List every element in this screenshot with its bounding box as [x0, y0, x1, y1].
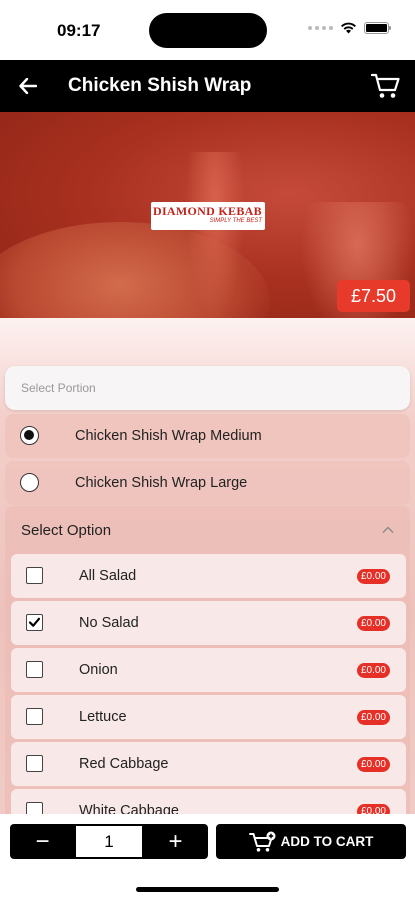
- status-bar: 09:17: [0, 0, 415, 60]
- cart-icon: [370, 73, 400, 98]
- bottom-bar: − 1 + ADD TO CART: [0, 814, 415, 900]
- option-label: No Salad: [79, 615, 139, 631]
- checkmark-icon: [28, 617, 41, 627]
- quantity-stepper: − 1 +: [10, 824, 208, 859]
- portion-option-label: Chicken Shish Wrap Large: [75, 475, 248, 491]
- option-price-badge: £0.00: [356, 757, 390, 772]
- option-row[interactable]: Onion £0.00: [11, 648, 406, 692]
- checkbox[interactable]: [26, 661, 43, 678]
- option-label: Red Cabbage: [79, 756, 169, 772]
- portion-option[interactable]: Chicken Shish Wrap Large: [5, 461, 410, 505]
- option-label: White Cabbage: [79, 803, 179, 814]
- back-button[interactable]: [16, 74, 40, 98]
- option-row[interactable]: All Salad £0.00: [11, 554, 406, 598]
- signal-icon: [308, 26, 333, 30]
- battery-icon: [364, 22, 391, 34]
- logo-name: DIAMOND KEBAB: [153, 204, 262, 218]
- restaurant-logo: DIAMOND KEBAB SIMPLY THE BEST: [151, 202, 265, 230]
- dynamic-island: [149, 13, 267, 48]
- status-time: 09:17: [57, 21, 101, 40]
- home-indicator: [136, 887, 279, 892]
- wifi-icon: [341, 22, 356, 34]
- option-row[interactable]: White Cabbage £0.00: [11, 789, 406, 814]
- price-badge: £7.50: [336, 280, 410, 312]
- option-price-badge: £0.00: [356, 804, 390, 814]
- option-price-badge: £0.00: [356, 616, 390, 631]
- radio-button-selected[interactable]: [20, 426, 39, 445]
- option-row[interactable]: Lettuce £0.00: [11, 695, 406, 739]
- option-price-badge: £0.00: [356, 710, 390, 725]
- page-title: Chicken Shish Wrap: [68, 75, 252, 96]
- option-panel-title: Select Option: [21, 522, 112, 539]
- option-price-badge: £0.00: [356, 569, 390, 584]
- option-row[interactable]: Red Cabbage £0.00: [11, 742, 406, 786]
- portion-option-label: Chicken Shish Wrap Medium: [75, 428, 262, 444]
- checkbox[interactable]: [26, 802, 43, 814]
- hero-bottle-image: [185, 152, 245, 318]
- portion-option[interactable]: Chicken Shish Wrap Medium: [5, 414, 410, 458]
- option-label: All Salad: [79, 568, 137, 584]
- portion-header-label: Select Portion: [21, 381, 96, 395]
- arrow-left-icon: [19, 78, 37, 94]
- option-label: Onion: [79, 662, 118, 678]
- increase-quantity-button[interactable]: +: [143, 824, 208, 859]
- decrease-quantity-button[interactable]: −: [10, 824, 75, 859]
- option-row[interactable]: No Salad £0.00: [11, 601, 406, 645]
- logo-tagline: SIMPLY THE BEST: [209, 218, 262, 224]
- add-to-cart-button[interactable]: ADD TO CART: [216, 824, 406, 859]
- quantity-value[interactable]: 1: [76, 826, 142, 857]
- portion-header: Select Portion: [5, 366, 410, 410]
- radio-button[interactable]: [20, 473, 39, 492]
- product-options: Select Portion Chicken Shish Wrap Medium…: [0, 318, 415, 814]
- status-icons: [308, 22, 391, 34]
- option-label: Lettuce: [79, 709, 127, 725]
- cart-add-icon: [248, 831, 276, 852]
- checkbox-checked[interactable]: [26, 614, 43, 631]
- app-header: Chicken Shish Wrap: [0, 60, 415, 112]
- option-price-badge: £0.00: [356, 663, 390, 678]
- checkbox[interactable]: [26, 755, 43, 772]
- checkbox[interactable]: [26, 708, 43, 725]
- checkbox[interactable]: [26, 567, 43, 584]
- cart-button[interactable]: [370, 72, 401, 100]
- chevron-up-icon[interactable]: [382, 524, 394, 536]
- add-to-cart-label: ADD TO CART: [280, 834, 374, 849]
